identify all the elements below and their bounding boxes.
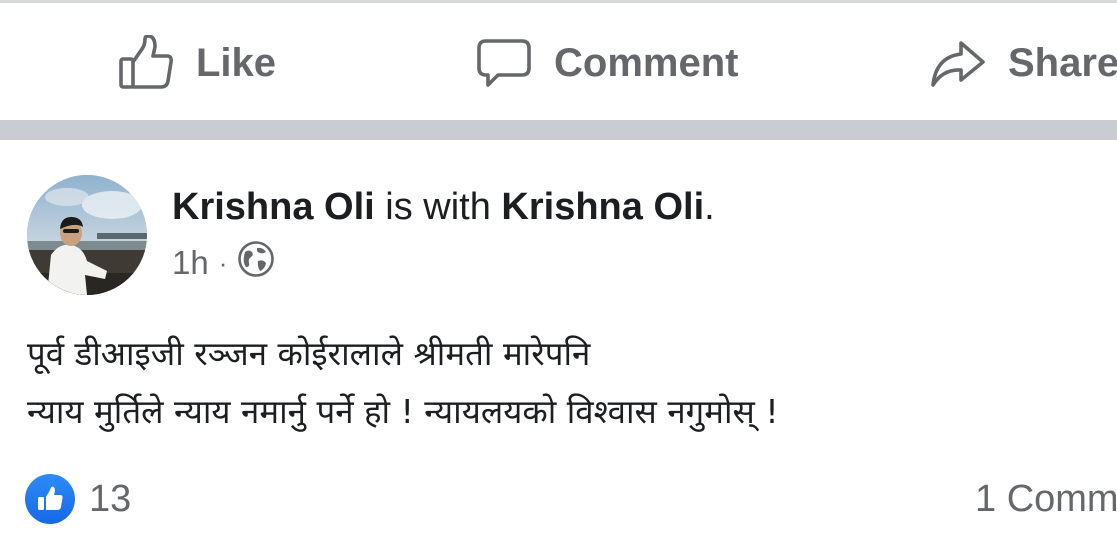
- previous-post-action-bar: Like Comment Share: [0, 0, 1117, 120]
- post-author-line: Krishna Oli is with Krishna Oli.: [172, 186, 715, 229]
- like-reaction-icon: [25, 474, 75, 524]
- share-button[interactable]: Share: [930, 33, 1117, 93]
- author-name[interactable]: Krishna Oli: [172, 186, 375, 228]
- post-body: पूर्व डीआइजी रञ्जन कोईरालाले श्रीमती मार…: [27, 325, 1107, 441]
- period: .: [704, 186, 715, 228]
- like-label: Like: [196, 40, 277, 85]
- reaction-count: 13: [89, 477, 132, 520]
- avatar[interactable]: [27, 175, 147, 295]
- post-text-line: न्याय मुर्तिले न्याय नमार्नु पर्ने हो ! …: [27, 392, 779, 431]
- divider: [0, 0, 1117, 3]
- post-meta: 1h ·: [172, 240, 275, 286]
- comments-count-link[interactable]: 1 Comm: [975, 474, 1117, 524]
- share-arrow-icon: [930, 35, 986, 91]
- post-text-line: पूर्व डीआइजी रञ्जन कोईरालाले श्रीमती मार…: [27, 334, 591, 373]
- comment-bubble-icon: [476, 35, 532, 91]
- meta-separator: ·: [218, 247, 228, 278]
- globe-icon[interactable]: [237, 240, 275, 286]
- feed-separator: [0, 120, 1117, 140]
- share-label: Share: [1008, 40, 1117, 85]
- post-timestamp[interactable]: 1h: [172, 244, 209, 282]
- with-text: is with: [385, 186, 491, 228]
- reactions-summary[interactable]: 13: [25, 474, 131, 524]
- like-button[interactable]: Like: [118, 33, 276, 93]
- comment-button[interactable]: Comment: [476, 33, 738, 93]
- comment-label: Comment: [554, 40, 739, 85]
- thumbs-up-icon: [118, 35, 174, 91]
- tagged-name[interactable]: Krishna Oli: [501, 186, 704, 228]
